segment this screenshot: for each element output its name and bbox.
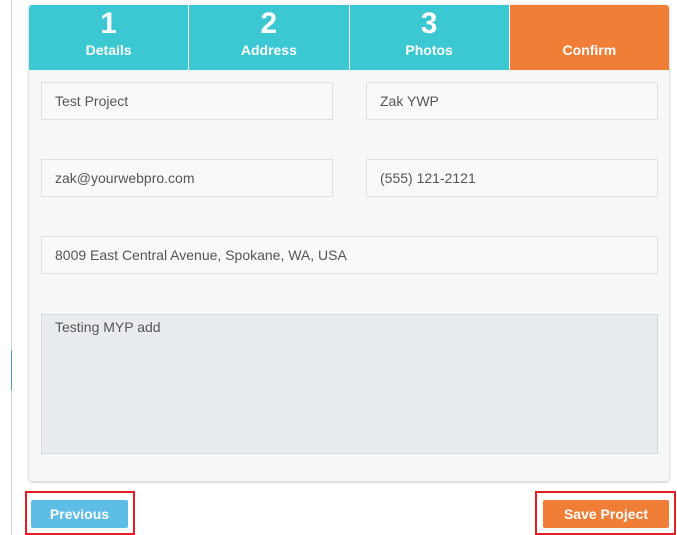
- project-name-field[interactable]: Test Project: [41, 82, 333, 120]
- step-number: 3: [420, 7, 438, 40]
- step-photos[interactable]: 3 Photos: [349, 5, 510, 70]
- step-details[interactable]: 1 Details: [29, 5, 190, 70]
- address-field[interactable]: 8009 East Central Avenue, Spokane, WA, U…: [41, 236, 658, 274]
- email-field[interactable]: zak@yourwebpro.com: [41, 159, 333, 197]
- step-number: 2: [260, 7, 278, 40]
- previous-button[interactable]: Previous: [31, 500, 128, 528]
- step-label: Photos: [405, 42, 453, 58]
- left-divider-accent: [11, 350, 12, 390]
- left-divider: [11, 0, 12, 535]
- contact-name-field[interactable]: Zak YWP: [366, 82, 658, 120]
- step-label: Details: [85, 42, 132, 58]
- step-number: 1: [100, 7, 117, 40]
- step-address[interactable]: 2 Address: [189, 5, 350, 70]
- wizard-steps: 1 Details 2 Address 3 Photos Confirm: [29, 5, 669, 70]
- project-wizard-card: 1 Details 2 Address 3 Photos Confirm Tes…: [29, 5, 669, 481]
- save-project-button[interactable]: Save Project: [543, 500, 669, 528]
- step-confirm[interactable]: Confirm: [509, 5, 669, 70]
- description-textarea[interactable]: Testing MYP add: [41, 314, 658, 454]
- step-label: Address: [240, 42, 297, 58]
- phone-field[interactable]: (555) 121-2121: [366, 159, 658, 197]
- step-label: Confirm: [562, 42, 617, 58]
